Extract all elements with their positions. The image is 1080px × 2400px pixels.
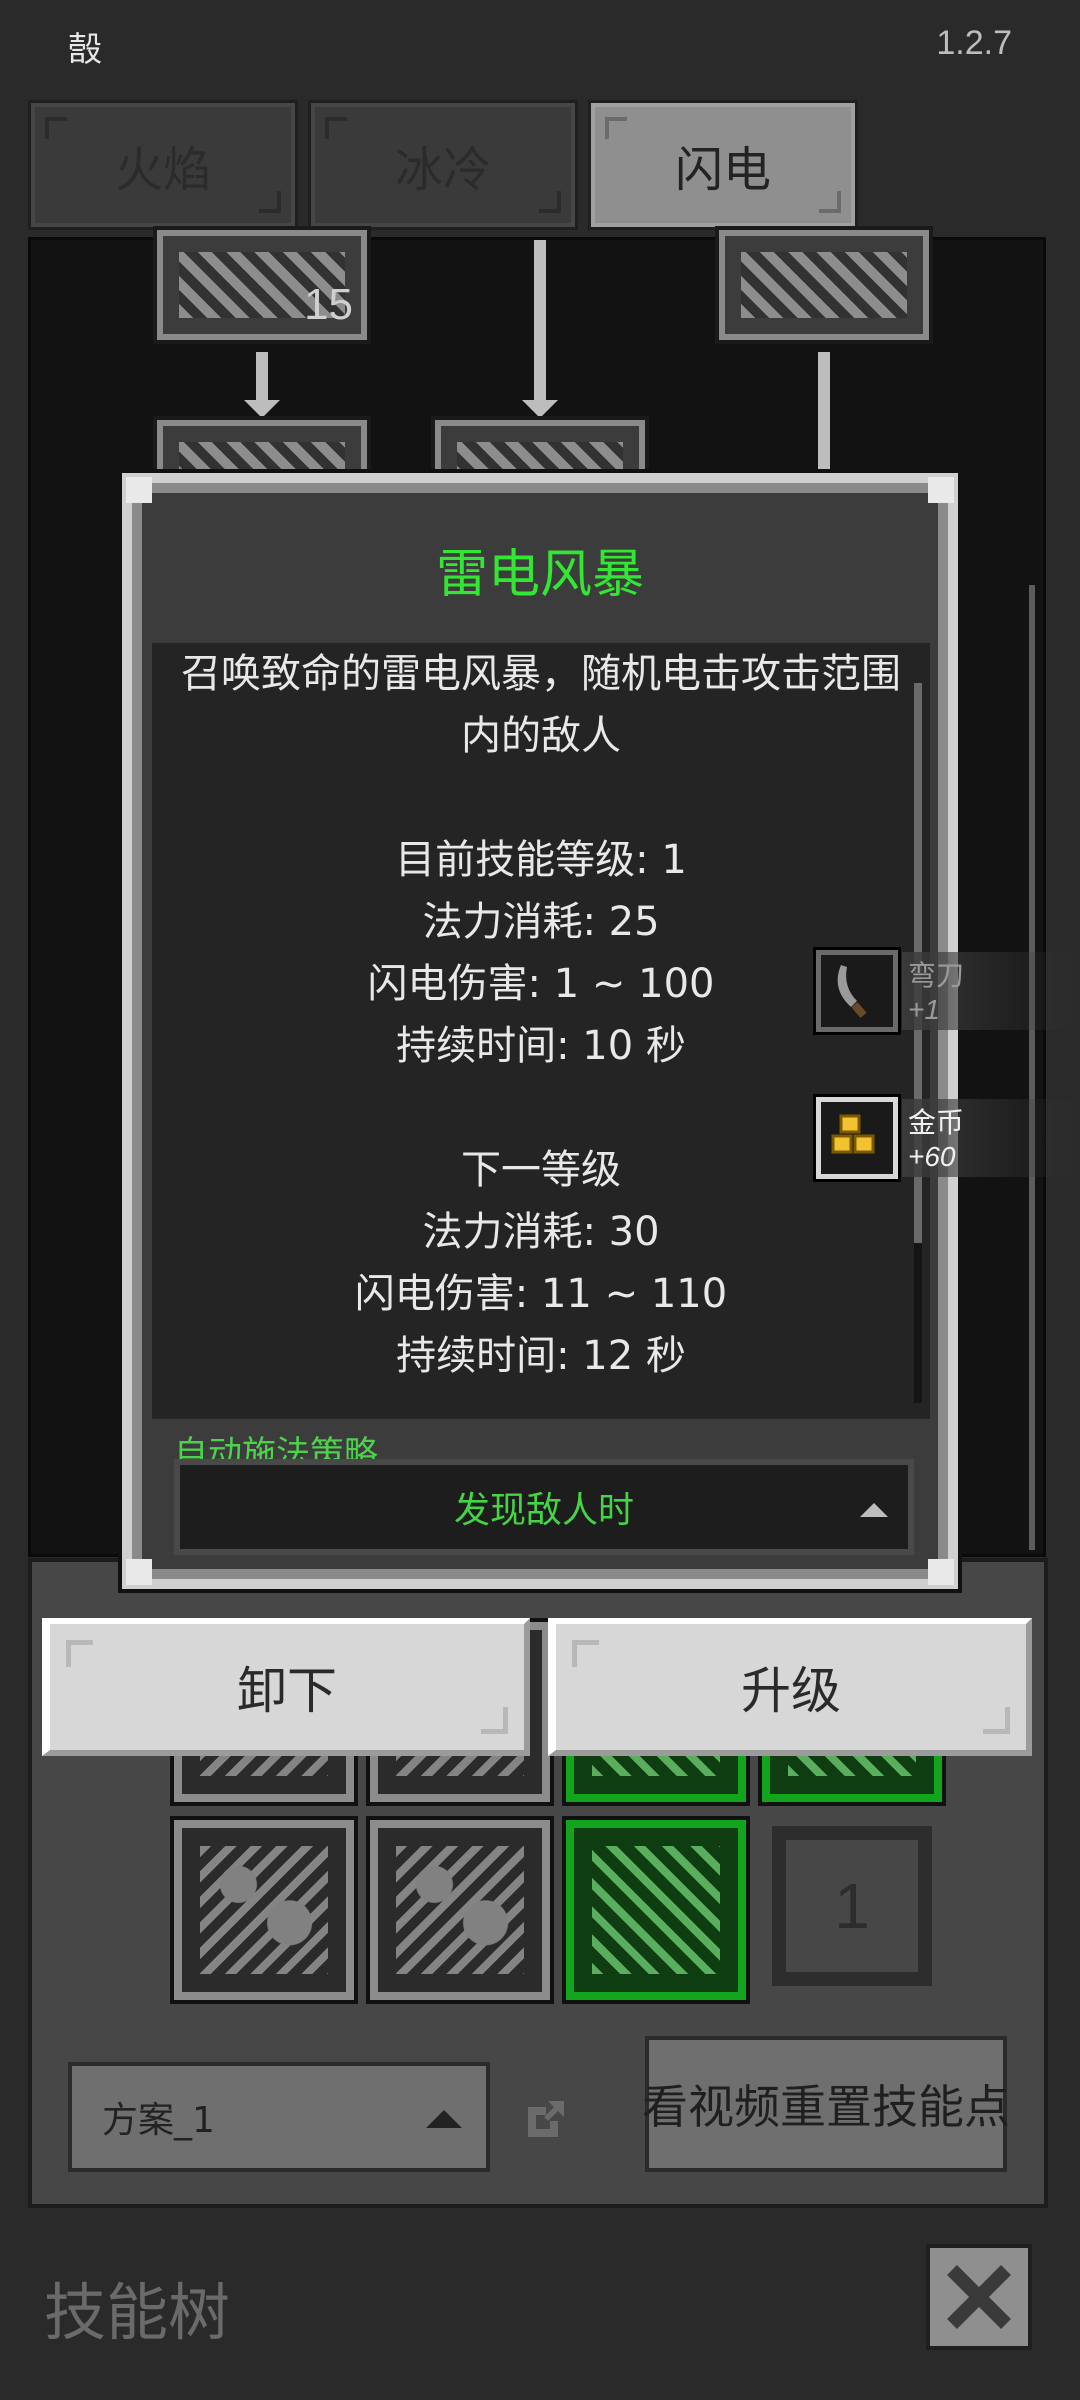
corner-decor <box>539 191 561 213</box>
status-glyph: 嗀 <box>68 30 102 70</box>
plan-dropdown-value: 方案_1 <box>102 2100 215 2141</box>
duration: 持续时间: 10 秒 <box>396 1023 686 1069</box>
corner-decor <box>928 1559 954 1585</box>
skill-node-storm[interactable]: 15 <box>153 226 371 344</box>
tab-ice-label: 冰冷 <box>394 142 491 198</box>
share-icon[interactable] <box>522 2095 570 2143</box>
tab-fire-label: 火焰 <box>114 142 211 198</box>
corner-decor <box>572 1640 599 1667</box>
corner-decor <box>259 191 281 213</box>
skill-slot[interactable] <box>366 1816 554 2004</box>
corner-decor <box>45 117 67 139</box>
plan-dropdown[interactable]: 方案_1 <box>68 2062 490 2172</box>
next-level-header: 下一等级 <box>461 1147 621 1193</box>
loot-count: +60 <box>908 1141 956 1172</box>
corner-decor <box>481 1707 508 1734</box>
corner-decor <box>605 117 627 139</box>
next-duration: 持续时间: 12 秒 <box>396 1333 686 1379</box>
tree-scrollbar[interactable] <box>1029 585 1035 1550</box>
tree-connector <box>534 240 546 402</box>
corner-decor <box>325 117 347 139</box>
unequip-label: 卸下 <box>237 1662 337 1720</box>
skill-slot[interactable] <box>170 1816 358 2004</box>
close-button[interactable] <box>926 2244 1032 2350</box>
skill-icon <box>741 252 907 318</box>
skill-node-blade[interactable] <box>715 226 933 344</box>
tab-lightning[interactable]: 闪电 <box>588 100 858 230</box>
watch-video-reset-button[interactable]: 看视频重置技能点 <box>642 2036 1010 2172</box>
corner-decor <box>126 477 152 503</box>
empty-slot-number: 1 <box>834 1870 870 1942</box>
corner-decor <box>928 477 954 503</box>
skill-description[interactable]: 召唤致命的雷电风暴，随机电击攻击范围 内的敌人 目前技能等级: 1 法力消耗: … <box>152 643 930 1419</box>
loot-notification: 弯刀 +1 <box>813 947 1080 1040</box>
skill-name: 雷电风暴 <box>435 544 644 605</box>
tab-fire[interactable]: 火焰 <box>28 100 298 230</box>
version-label: 1.2.7 <box>936 24 1012 62</box>
page-title: 技能树 <box>44 2276 231 2349</box>
loot-name: 弯刀 <box>908 959 965 992</box>
arrow-down-icon <box>522 400 558 418</box>
skill-node-level: 15 <box>304 280 353 329</box>
tree-connector <box>256 352 268 402</box>
mana-cost: 法力消耗: 25 <box>422 899 660 945</box>
next-lightning-damage: 闪电伤害: 11 ~ 110 <box>354 1271 728 1317</box>
corner-decor <box>819 191 841 213</box>
corner-decor <box>983 1707 1010 1734</box>
lightning-damage: 闪电伤害: 1 ~ 100 <box>367 961 715 1007</box>
current-level: 目前技能等级: 1 <box>395 837 687 883</box>
corner-decor <box>66 1640 93 1667</box>
loot-notification: 金币 +60 <box>813 1094 1080 1187</box>
loot-count: +1 <box>908 994 940 1025</box>
description-scrollbar[interactable] <box>914 683 922 1403</box>
upgrade-button[interactable]: 升级 <box>548 1618 1032 1756</box>
corner-decor <box>126 1559 152 1585</box>
auto-cast-value: 发现敌人时 <box>453 1490 634 1531</box>
caret-up-icon <box>860 1503 888 1517</box>
caret-up-icon <box>426 2110 462 2128</box>
description-text: 召唤致命的雷电风暴，随机电击攻击范围 <box>181 651 901 697</box>
tab-ice[interactable]: 冰冷 <box>308 100 578 230</box>
skill-icon <box>200 1846 328 1974</box>
arrow-down-icon <box>244 400 280 418</box>
upgrade-label: 升级 <box>741 1662 841 1720</box>
tab-lightning-label: 闪电 <box>674 142 771 198</box>
description-text: 内的敌人 <box>461 713 621 759</box>
auto-cast-dropdown[interactable]: 发现敌人时 <box>174 1459 914 1555</box>
close-icon <box>947 2265 1011 2329</box>
unequip-button[interactable]: 卸下 <box>42 1618 530 1756</box>
skill-slot-equipped[interactable] <box>562 1816 750 2004</box>
skill-icon <box>592 1846 720 1974</box>
empty-skill-slot[interactable]: 1 <box>772 1826 932 1986</box>
loot-name: 金币 <box>908 1106 965 1139</box>
next-mana-cost: 法力消耗: 30 <box>422 1209 660 1255</box>
dialog-header: 雷电风暴 <box>158 509 922 629</box>
skill-icon <box>396 1846 524 1974</box>
gold-coins-icon <box>813 1094 901 1182</box>
scimitar-icon <box>813 947 901 1035</box>
